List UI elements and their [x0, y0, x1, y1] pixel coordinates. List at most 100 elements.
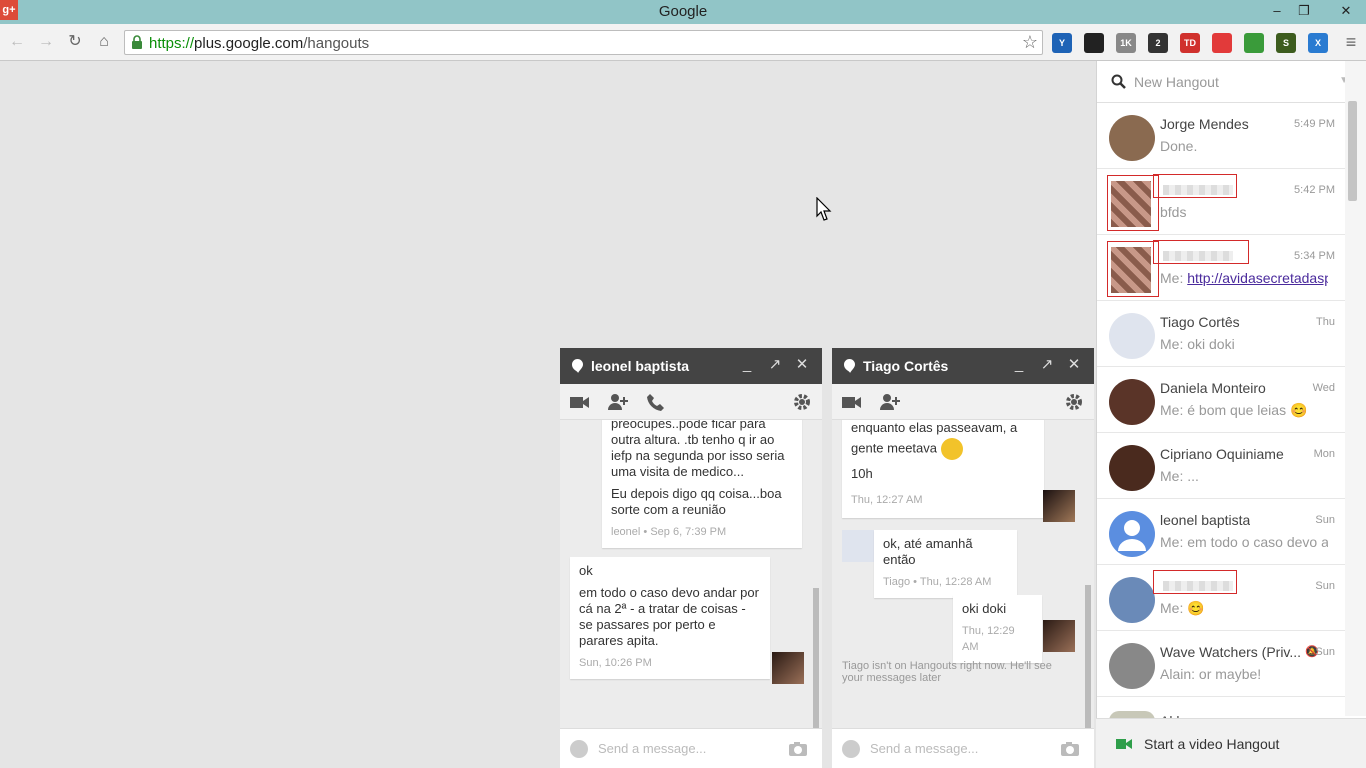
- avatar: [1109, 115, 1155, 161]
- emoji-icon[interactable]: [842, 740, 860, 758]
- chat-header[interactable]: Tiago Cortês _ ↗ ✕: [832, 348, 1094, 384]
- message-bubble: ok em todo o caso devo andar por cá na 2…: [570, 557, 770, 679]
- conversation-name: Tiago Cortês: [1160, 314, 1240, 330]
- panel-scrollbar[interactable]: [1345, 61, 1366, 716]
- conversation-time: Mon: [1313, 448, 1335, 460]
- chrome-menu-icon[interactable]: ≡: [1340, 31, 1362, 53]
- conversation-item[interactable]: Jorge Mendes 5:49 PM Done.: [1097, 103, 1355, 169]
- chat-window-leonel: leonel baptista _ ↗ ✕ preocupes..pode fi…: [560, 348, 822, 768]
- add-person-icon[interactable]: [607, 392, 629, 412]
- conversation-item[interactable]: Tiago Cortês Thu Me: oki doki: [1097, 301, 1355, 367]
- message-input[interactable]: Send a message...: [560, 728, 822, 768]
- chat-toolbar: [560, 384, 822, 420]
- annotation-box: [1153, 240, 1249, 264]
- message-meta: Thu, 12:27 AM: [851, 494, 923, 506]
- conversation-name: Jorge Mendes: [1160, 116, 1249, 132]
- avatar: [1109, 445, 1155, 491]
- message-text: ok: [579, 563, 593, 578]
- conversation-time: Thu: [1316, 316, 1335, 328]
- url-text: https://plus.google.com/hangouts: [149, 35, 370, 52]
- video-call-icon[interactable]: [569, 392, 591, 412]
- back-icon[interactable]: ←: [6, 31, 28, 53]
- bookmark-star-icon[interactable]: ☆: [1022, 32, 1038, 53]
- minimize-chat-icon[interactable]: _: [1010, 356, 1028, 374]
- avatar: [1109, 511, 1155, 557]
- settings-gear-icon[interactable]: [791, 392, 813, 412]
- conversation-preview: Alain: or maybe!: [1160, 666, 1262, 682]
- conversation-item[interactable]: Daniela Monteiro Wed Me: é bom que leias 😊: [1097, 367, 1355, 433]
- reload-icon[interactable]: ↻: [64, 31, 86, 53]
- chat-title: leonel baptista: [591, 358, 690, 374]
- round-icon[interactable]: [1084, 33, 1104, 53]
- home-icon[interactable]: ⌂: [93, 31, 115, 53]
- message-input[interactable]: Send a message...: [832, 728, 1094, 768]
- annotation-box: [1153, 570, 1237, 594]
- avatar: [1043, 620, 1075, 652]
- chat-scrollbar[interactable]: [813, 588, 819, 728]
- camera-icon[interactable]: [1060, 741, 1080, 757]
- window-title-bar: g+ Google – ❐ ✕: [0, 0, 1366, 24]
- search-placeholder: New Hangout: [1134, 74, 1219, 90]
- minimize-button[interactable]: –: [1263, 0, 1291, 22]
- new-hangout-search[interactable]: New Hangout ▼: [1097, 61, 1355, 103]
- conversation-time: 5:49 PM: [1294, 118, 1335, 130]
- clock-icon[interactable]: [1212, 33, 1232, 53]
- hangouts-panel: New Hangout ▼ Jorge Mendes 5:49 PM Done. 5:…: [1096, 61, 1366, 768]
- conversation-item[interactable]: 5:34 PM Me: http://avidasecretadaspla: [1097, 235, 1355, 301]
- conversation-preview: Me: ...: [1160, 468, 1199, 484]
- annotation-box: [1107, 175, 1159, 231]
- list-icon[interactable]: 2: [1148, 33, 1168, 53]
- conversation-item[interactable]: Sun Me: 😊: [1097, 565, 1355, 631]
- green-icon[interactable]: [1244, 33, 1264, 53]
- conversation-time: Wed: [1312, 382, 1335, 394]
- add-person-icon[interactable]: [879, 392, 901, 412]
- conversation-preview: bfds: [1160, 204, 1187, 220]
- chat-header[interactable]: leonel baptista _ ↗ ✕: [560, 348, 822, 384]
- conversation-time: Sun: [1315, 646, 1335, 658]
- conversation-name: Wave Watchers (Priv...: [1160, 644, 1302, 660]
- message-placeholder: Send a message...: [870, 741, 979, 756]
- emoji-icon[interactable]: [570, 740, 588, 758]
- conversation-name: Cipriano Oquiniame: [1160, 446, 1284, 462]
- td-icon[interactable]: TD: [1180, 33, 1200, 53]
- start-video-hangout-button[interactable]: Start a video Hangout: [1096, 718, 1366, 768]
- close-window-button[interactable]: ✕: [1326, 0, 1366, 22]
- message-meta: leonel • Sep 6, 7:39 PM: [611, 526, 727, 538]
- phone-icon[interactable]: [645, 392, 667, 412]
- close-chat-icon[interactable]: ✕: [1065, 356, 1083, 374]
- preview-link[interactable]: http://avidasecretadaspla: [1187, 270, 1328, 286]
- avatar: [1043, 490, 1075, 522]
- chat-scrollbar[interactable]: [1085, 585, 1091, 728]
- conversation-preview: Me: é bom que leias 😊: [1160, 402, 1308, 418]
- address-bar[interactable]: https://plus.google.com/hangouts ☆: [124, 30, 1043, 55]
- camera-icon[interactable]: [788, 741, 808, 757]
- video-call-icon[interactable]: [841, 392, 863, 412]
- forward-icon[interactable]: →: [35, 31, 57, 53]
- minimize-chat-icon[interactable]: _: [738, 356, 756, 374]
- y-icon[interactable]: Y: [1052, 33, 1072, 53]
- message-meta: Thu, 12:29 AM: [962, 625, 1015, 653]
- message-text: oki doki: [962, 601, 1007, 616]
- restore-button[interactable]: ❐: [1290, 0, 1318, 22]
- chat-toolbar: [832, 384, 1094, 420]
- close-chat-icon[interactable]: ✕: [793, 356, 811, 374]
- popout-icon[interactable]: ↗: [1038, 356, 1056, 374]
- x-icon[interactable]: X: [1308, 33, 1328, 53]
- conversation-item[interactable]: Cipriano Oquiniame Mon Me: ...: [1097, 433, 1355, 499]
- popout-icon[interactable]: ↗: [766, 356, 784, 374]
- message-text: Eu depois digo qq coisa...boa sorte com …: [611, 486, 782, 517]
- chat-bubble-icon: [844, 359, 855, 373]
- conversation-item[interactable]: 5:42 PM bfds: [1097, 169, 1355, 235]
- conversation-item[interactable]: leonel baptista Sun Me: em todo o caso dev…: [1097, 499, 1355, 565]
- message-text: enquanto elas passeavam, a gente meetava: [851, 420, 1018, 456]
- scrollbar-thumb[interactable]: [1348, 101, 1357, 201]
- chat-bubble-icon: [572, 359, 583, 373]
- settings-gear-icon[interactable]: [1063, 392, 1085, 412]
- avatar: [1109, 379, 1155, 425]
- search-icon: [1111, 74, 1126, 89]
- message-bubble: enquanto elas passeavam, a gente meetava…: [842, 420, 1044, 518]
- gplus-count-icon[interactable]: 1K: [1116, 33, 1136, 53]
- conversation-item[interactable]: Wave Watchers (Priv... 🔕 Sun Alain: or mayb…: [1097, 631, 1355, 697]
- message-bubble: ok, até amanhã então Tiago • Thu, 12:28 …: [874, 530, 1017, 598]
- s-icon[interactable]: S: [1276, 33, 1296, 53]
